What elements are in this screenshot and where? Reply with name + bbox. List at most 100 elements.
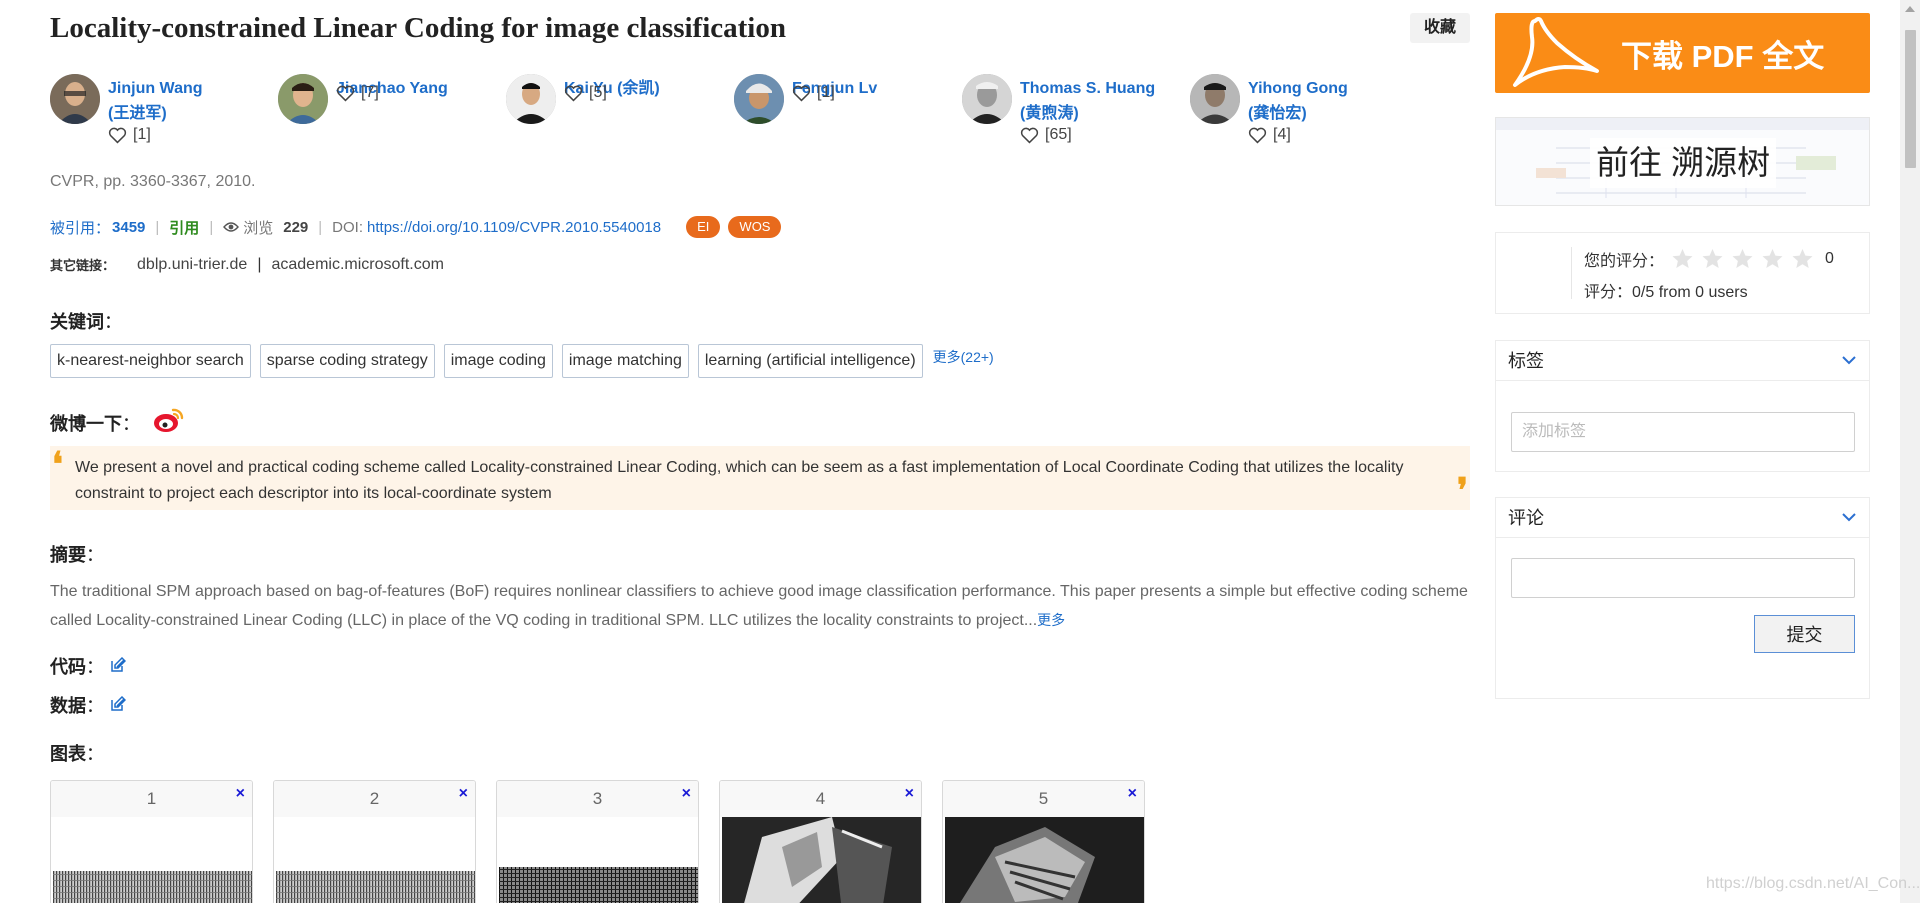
keyword-tag[interactable]: sparse coding strategy	[259, 344, 435, 378]
author-item[interactable]: Fengjun Lv	[734, 72, 944, 152]
heart-icon	[336, 85, 355, 102]
venue: CVPR, pp. 3360-3367, 2010.	[50, 173, 256, 190]
comments-panel-title: 评论	[1508, 508, 1544, 528]
code-heading: 代码：	[50, 657, 104, 677]
rating-box: 您的评分： 0 评分：0/5 from 0 users	[1495, 232, 1870, 314]
figure-number: 1	[51, 781, 252, 817]
keyword-tag[interactable]: k-nearest-neighbor search	[50, 344, 251, 378]
figure-card[interactable]: 1 ×	[50, 780, 253, 903]
citation-tree-button[interactable]: 前往 溯源树	[1495, 117, 1870, 206]
abstract-heading: 摘要：	[50, 545, 104, 565]
author-item[interactable]: Jianchao Yang	[278, 72, 488, 152]
author-name[interactable]: Thomas S. Huang (黄煦涛)	[1020, 76, 1170, 126]
scroll-up-icon[interactable]	[1905, 6, 1915, 12]
download-pdf-label: 下载 PDF 全文	[1621, 39, 1825, 74]
keyword-tag[interactable]: image coding	[443, 344, 553, 378]
comments-panel-header[interactable]: 评论	[1496, 498, 1869, 538]
avatar	[962, 74, 1012, 124]
your-rating-label: 您的评分：	[1584, 253, 1665, 270]
comments-panel: 评论 提交	[1495, 497, 1870, 699]
scrollbar-thumb[interactable]	[1905, 30, 1916, 168]
your-rating-value: 0	[1825, 250, 1834, 267]
figure-thumbnail	[722, 817, 921, 903]
close-icon[interactable]: ×	[236, 785, 245, 803]
star-icon[interactable]	[1670, 247, 1695, 271]
author-item[interactable]: Jinjun Wang (王进军) [1]	[50, 72, 260, 152]
avatar	[734, 74, 784, 124]
comment-input[interactable]	[1511, 558, 1855, 598]
quote-close-icon: ❜	[1457, 471, 1468, 511]
author-like[interactable]: [5]	[564, 84, 607, 102]
edit-icon[interactable]	[110, 657, 126, 673]
abstract-more-link[interactable]: 更多	[1037, 612, 1065, 628]
watermark: https://blog.csdn.net/AI_Con...	[1706, 875, 1920, 892]
cited-count[interactable]: 3459	[112, 219, 145, 236]
star-icon[interactable]	[1790, 247, 1815, 271]
figure-thumbnail	[276, 871, 475, 903]
figure-thumbnail	[945, 817, 1144, 903]
tags-panel-header[interactable]: 标签	[1496, 341, 1869, 381]
keyword-list: k-nearest-neighbor search sparse coding …	[50, 344, 994, 378]
chevron-down-icon[interactable]	[1841, 354, 1857, 366]
link-academic[interactable]: academic.microsoft.com	[271, 256, 444, 274]
highlight-quote: ❛ We present a novel and practical codin…	[50, 446, 1470, 510]
author-like[interactable]: [4]	[1248, 126, 1291, 144]
divider: |	[155, 218, 160, 236]
author-item[interactable]: Thomas S. Huang (黄煦涛) [65]	[962, 72, 1172, 152]
close-icon[interactable]: ×	[1128, 785, 1137, 803]
figure-list: 1 × 2 × 3 × 4 × 5 ×	[50, 780, 1145, 903]
close-icon[interactable]: ×	[905, 785, 914, 803]
star-icon[interactable]	[1760, 247, 1785, 271]
star-icon[interactable]	[1730, 247, 1755, 271]
keywords-more-link[interactable]: 更多(22+)	[933, 347, 994, 367]
favorite-button[interactable]: 收藏	[1410, 13, 1470, 43]
author-name[interactable]: Jinjun Wang (王进军)	[108, 76, 258, 126]
author-like[interactable]: [65]	[1020, 126, 1072, 144]
keyword-tag[interactable]: learning (artificial intelligence)	[697, 344, 923, 378]
heart-icon	[1020, 127, 1039, 144]
views-count: 229	[283, 218, 309, 236]
cite-button[interactable]: 引用	[169, 217, 199, 238]
figure-card[interactable]: 4 ×	[719, 780, 922, 903]
star-rating[interactable]	[1670, 247, 1815, 271]
paper-meta: 被引用： 3459 | 引用 | 浏览 229 | DOI: https://d…	[50, 216, 782, 238]
eye-icon	[223, 222, 240, 232]
figure-thumbnail	[53, 871, 252, 903]
other-links: 其它链接： dblp.uni-trier.de | academic.micro…	[50, 255, 444, 274]
cited-label[interactable]: 被引用：	[50, 217, 110, 238]
chevron-down-icon[interactable]	[1841, 511, 1857, 523]
avatar	[50, 74, 100, 124]
close-icon[interactable]: ×	[682, 785, 691, 803]
weibo-icon[interactable]	[153, 404, 185, 434]
close-icon[interactable]: ×	[459, 785, 468, 803]
doi-link[interactable]: https://doi.org/10.1109/CVPR.2010.554001…	[367, 219, 661, 236]
figure-card[interactable]: 5 ×	[942, 780, 1145, 903]
quote-open-icon: ❛	[52, 445, 63, 485]
scrollbar[interactable]	[1900, 0, 1920, 903]
views-label: 浏览	[243, 219, 274, 237]
author-like[interactable]: [1]	[792, 84, 835, 102]
author-item[interactable]: Yihong Gong (龚怡宏) [4]	[1190, 72, 1400, 152]
edit-icon[interactable]	[110, 696, 126, 712]
keywords-heading: 关键词：	[50, 312, 122, 332]
figure-number: 5	[943, 781, 1144, 817]
avatar	[1190, 74, 1240, 124]
link-dblp[interactable]: dblp.uni-trier.de	[137, 256, 247, 274]
paper-title: Locality-constrained Linear Coding for i…	[50, 12, 786, 44]
author-like[interactable]: [7]	[336, 84, 379, 102]
submit-button[interactable]: 提交	[1754, 615, 1855, 653]
keyword-tag[interactable]: image matching	[561, 344, 689, 378]
author-like[interactable]: [1]	[108, 126, 151, 144]
divider	[1571, 247, 1572, 299]
figure-card[interactable]: 2 ×	[273, 780, 476, 903]
ei-badge: EI	[686, 216, 721, 238]
rating-summary: 评分：0/5 from 0 users	[1584, 284, 1748, 301]
figure-card[interactable]: 3 ×	[496, 780, 699, 903]
download-pdf-button[interactable]: 下载 PDF 全文	[1495, 13, 1870, 93]
author-name[interactable]: Yihong Gong (龚怡宏)	[1248, 76, 1398, 126]
acrobat-icon	[1513, 17, 1599, 87]
star-icon[interactable]	[1700, 247, 1725, 271]
doi-label: DOI:	[332, 218, 364, 236]
author-item[interactable]: Kai Yu (余凯)	[506, 72, 716, 152]
tag-input[interactable]	[1511, 412, 1855, 452]
